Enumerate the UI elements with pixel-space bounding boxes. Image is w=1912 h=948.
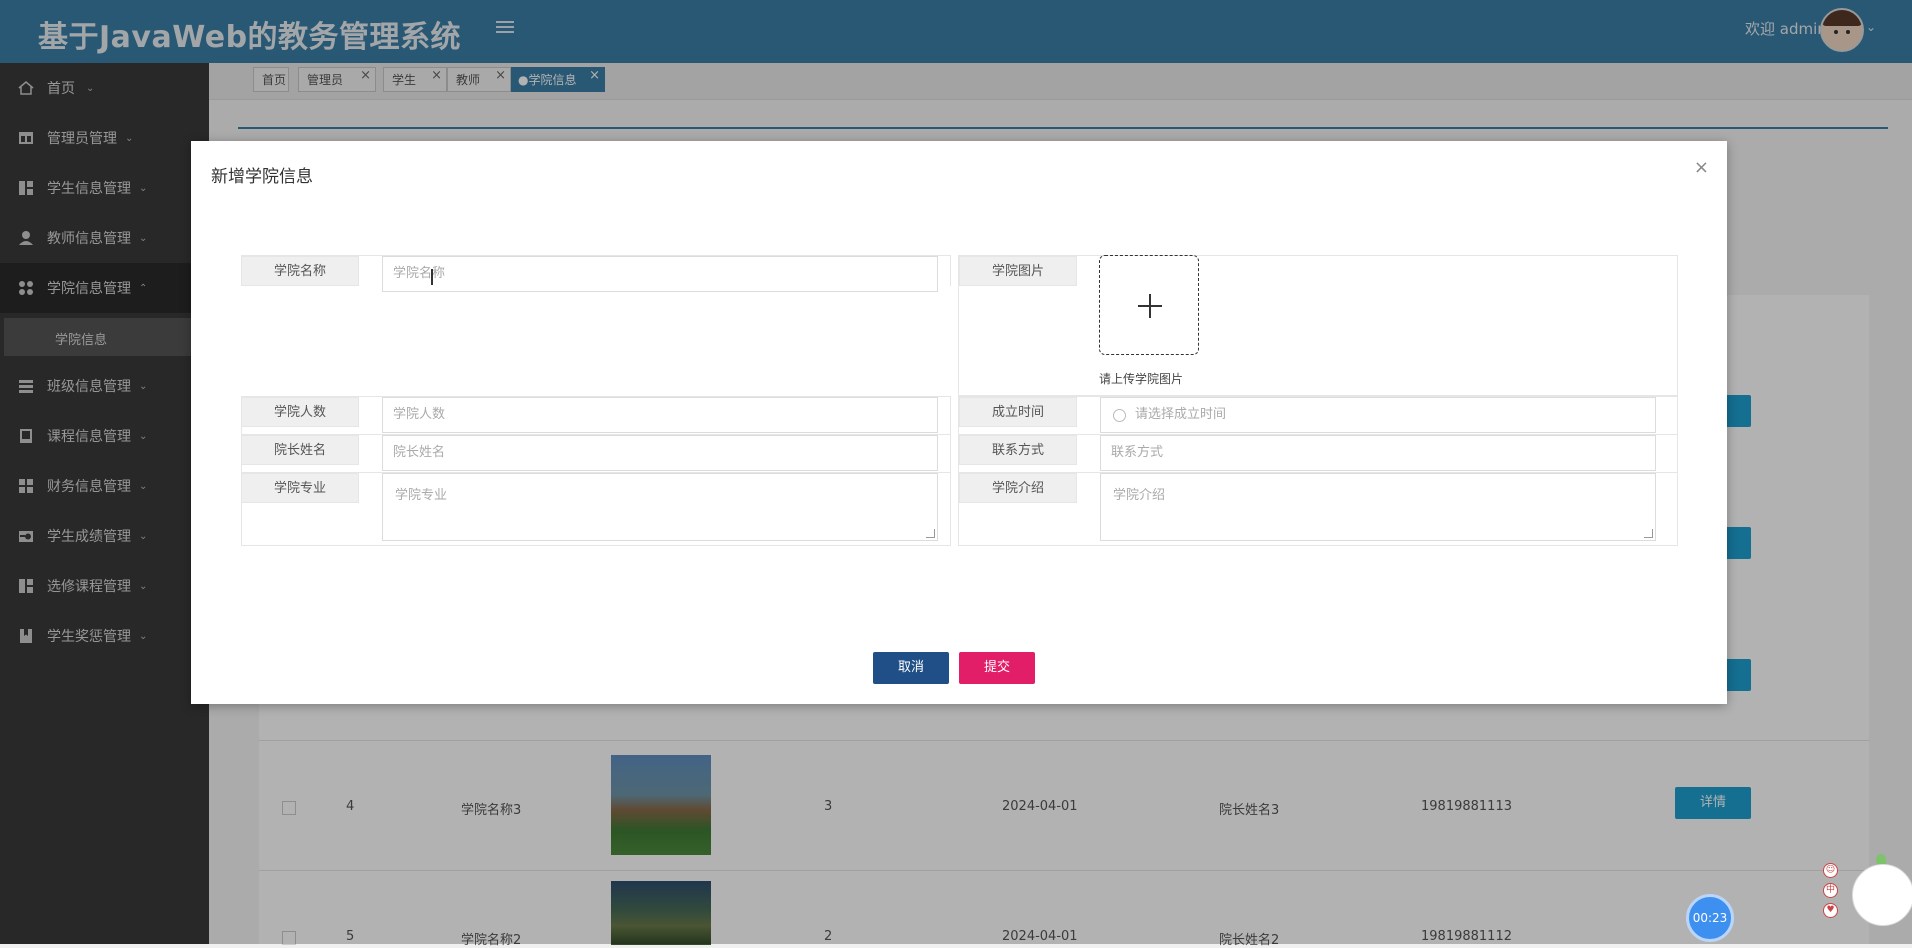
college-name-input[interactable]: 学院名称 xyxy=(382,256,938,292)
resize-handle-icon[interactable] xyxy=(926,529,935,538)
text-cursor-icon xyxy=(431,269,433,285)
founded-date-label: 成立时间 xyxy=(959,397,1077,427)
college-count-input[interactable]: 学院人数 xyxy=(382,397,938,433)
add-college-dialog: 新增学院信息 × 学院名称 学院名称 学院图片 请上传学院图片 学院人数 学院人… xyxy=(191,141,1727,704)
date-placeholder: 请选择成立时间 xyxy=(1135,407,1227,422)
emoji-button[interactable]: ☺ xyxy=(1823,863,1838,878)
intro-label: 学院介绍 xyxy=(959,473,1077,503)
timer-badge[interactable]: 00:23 xyxy=(1686,894,1734,942)
dean-name-label: 院长姓名 xyxy=(241,435,359,465)
language-button[interactable]: 中 xyxy=(1823,883,1838,898)
image-upload[interactable] xyxy=(1099,255,1199,355)
intro-placeholder: 学院介绍 xyxy=(1113,488,1166,503)
mascot-icon[interactable] xyxy=(1848,854,1912,944)
cancel-button[interactable]: 取消 xyxy=(873,652,949,684)
favorite-button[interactable]: ♥ xyxy=(1823,903,1838,918)
contact-input[interactable]: 联系方式 xyxy=(1100,435,1656,471)
resize-handle-icon[interactable] xyxy=(1644,529,1653,538)
founded-date-picker[interactable]: 请选择成立时间 xyxy=(1100,397,1656,433)
contact-label: 联系方式 xyxy=(959,435,1077,465)
dialog-title: 新增学院信息 xyxy=(211,167,313,187)
upload-tip: 请上传学院图片 xyxy=(1099,372,1184,386)
major-textarea[interactable]: 学院专业 xyxy=(382,473,938,541)
intro-textarea[interactable]: 学院介绍 xyxy=(1100,473,1656,541)
college-name-label: 学院名称 xyxy=(241,256,359,286)
major-placeholder: 学院专业 xyxy=(395,488,448,503)
college-count-label: 学院人数 xyxy=(241,397,359,427)
major-label: 学院专业 xyxy=(241,473,359,503)
college-image-label: 学院图片 xyxy=(959,256,1077,286)
dean-name-input[interactable]: 院长姓名 xyxy=(382,435,938,471)
submit-button[interactable]: 提交 xyxy=(959,652,1035,684)
clock-icon xyxy=(1113,409,1126,422)
close-icon[interactable]: × xyxy=(1694,157,1709,178)
